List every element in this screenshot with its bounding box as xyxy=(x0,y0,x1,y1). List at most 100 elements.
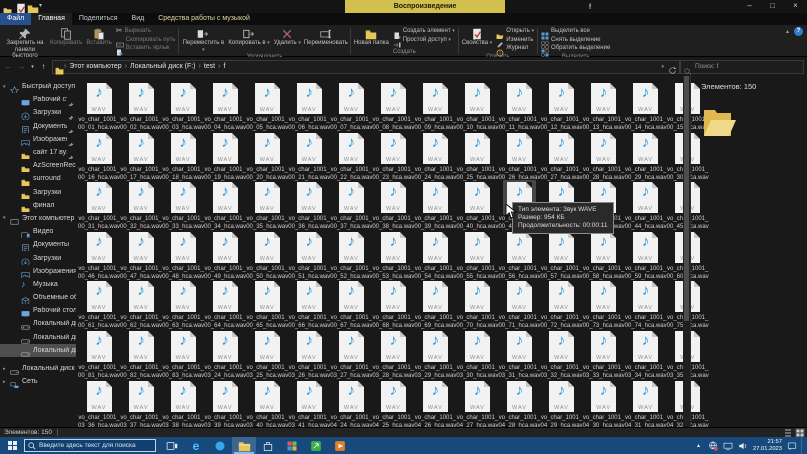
file-item[interactable]: ♪WAVvo_char_1001_00_82_hca.wav xyxy=(120,328,162,378)
file-item[interactable]: ♪WAVvo_char_1001_04_28_hca.wav xyxy=(498,378,540,428)
sidebar-item[interactable]: Видео xyxy=(0,225,76,238)
help-icon[interactable]: ? xyxy=(794,27,803,36)
chevron-down-icon[interactable]: ▾ xyxy=(3,84,10,90)
hidden-icons-chevron-icon[interactable]: ▴ xyxy=(693,440,704,451)
taskbar-app-app-green-icon[interactable] xyxy=(304,437,328,454)
file-item[interactable]: ♪WAVvo_char_1001_00_03_hca.wav xyxy=(162,80,204,130)
ribbon-button[interactable]: Новая папка xyxy=(352,26,391,48)
tab-view[interactable]: Вид xyxy=(125,13,152,25)
file-item[interactable]: ♪WAVvo_char_1001_03_29_hca.wav xyxy=(414,328,456,378)
maximize-button[interactable]: □ xyxy=(761,0,784,13)
file-item[interactable]: ♪WAVvo_char_1001_00_31_hca.wav xyxy=(78,179,120,229)
file-item[interactable]: ♪WAVvo_char_1001_00_71_hca.wav xyxy=(498,278,540,328)
file-item[interactable]: ♪WAVvo_char_1001_00_18_hca.wav xyxy=(162,130,204,180)
file-item[interactable]: ♪WAVvo_char_1001_00_38_hca.wav xyxy=(372,179,414,229)
network-globe-icon[interactable] xyxy=(708,440,719,451)
ribbon-button[interactable]: Скопировать путь xyxy=(116,36,176,45)
sidebar-item[interactable]: Загрузки xyxy=(0,106,76,119)
file-item[interactable]: ♪WAVvo_char_1001_04_30_hca.wav xyxy=(583,378,625,428)
file-item[interactable]: ♪WAVvo_char_1001_00_46_hca.wav xyxy=(78,229,120,279)
file-item[interactable]: ♪WAVvo_char_1001_00_01_hca.wav xyxy=(78,80,120,130)
sidebar-item[interactable]: сайт 17 вузмкут xyxy=(0,146,76,159)
file-item[interactable]: ♪WAVvo_char_1001_00_33_hca.wav xyxy=(162,179,204,229)
file-item[interactable]: ♪WAVvo_char_1001_00_62_hca.wav xyxy=(120,278,162,328)
file-item[interactable]: ♪WAVvo_char_1001_03_30_hca.wav xyxy=(456,328,498,378)
sidebar-item[interactable]: Объемные объекты xyxy=(0,291,76,304)
file-item[interactable]: ♪WAVvo_char_1001_00_07_hca.wav xyxy=(330,80,372,130)
back-icon[interactable]: ← xyxy=(3,62,14,71)
file-item[interactable]: ♪WAVvo_char_1001_00_24_hca.wav xyxy=(414,130,456,180)
chevron-down-icon[interactable]: ▾ xyxy=(3,215,10,221)
ribbon-button[interactable]: Журнал xyxy=(496,44,534,53)
file-item[interactable]: ♪WAVvo_char_1001_00_32_hca.wav xyxy=(120,179,162,229)
tab-file[interactable]: Файл xyxy=(0,13,31,25)
file-item[interactable]: ♪WAVvo_char_1001_00_25_hca.wav xyxy=(456,130,498,180)
recent-locations-icon[interactable]: ▾ xyxy=(29,64,36,70)
file-item[interactable]: ♪WAVvo_char_1001_03_24_hca.wav xyxy=(204,328,246,378)
file-item[interactable]: ♪WAVvo_char_1001_00_08_hca.wav xyxy=(372,80,414,130)
file-item[interactable]: ♪WAVvo_char_1001_00_67_hca.wav xyxy=(330,278,372,328)
file-item[interactable]: ♪WAVvo_char_1001_00_19_hca.wav xyxy=(204,130,246,180)
file-item[interactable]: ♪WAVvo_char_1001_00_22_hca.wav xyxy=(330,130,372,180)
taskbar-app-photos-icon[interactable] xyxy=(280,437,304,454)
file-item[interactable]: ♪WAVvo_char_1001_03_31_hca.wav xyxy=(498,328,540,378)
file-item[interactable]: ♪WAVvo_char_1001_00_02_hca.wav xyxy=(120,80,162,130)
ribbon-button[interactable]: Свойства ▾ xyxy=(460,26,495,48)
file-item[interactable]: ♪WAVvo_char_1001_03_39_hca.wav xyxy=(204,378,246,428)
sidebar-item[interactable]: ▸Локальный диск (F:) xyxy=(0,362,76,375)
taskbar-app-explorer-icon[interactable] xyxy=(232,437,256,454)
ribbon-button[interactable]: Переместить в ▾ xyxy=(180,26,226,54)
ribbon-button[interactable]: Обратить выделение xyxy=(541,44,610,53)
file-item[interactable]: ♪WAVvo_char_1001_03_40_hca.wav xyxy=(246,378,288,428)
file-item[interactable]: ♪WAVvo_char_1001_00_55_hca.wav xyxy=(456,229,498,279)
file-item[interactable]: ♪WAVvo_char_1001_00_47_hca.wav xyxy=(120,229,162,279)
action-center-icon[interactable] xyxy=(786,440,797,451)
ribbon-button[interactable]: Выделить все xyxy=(541,27,610,36)
file-item[interactable]: ♪WAVvo_char_1001_00_04_hca.wav xyxy=(204,80,246,130)
file-item[interactable]: ♪WAVvo_char_1001_00_56_hca.wav xyxy=(498,229,540,279)
file-item[interactable]: ♪WAVvo_char_1001_04_31_hca.wav xyxy=(625,378,667,428)
file-item[interactable]: ♪WAVvo_char_1001_03_33_hca.wav xyxy=(583,328,625,378)
file-item[interactable]: ♪WAVvo_char_1001_00_10_hca.wav xyxy=(456,80,498,130)
search-box[interactable]: Поиск: f xyxy=(680,60,804,74)
sidebar-item[interactable]: surround xyxy=(0,172,76,185)
file-item[interactable]: ♪WAVvo_char_1001_00_23_hca.wav xyxy=(372,130,414,180)
volume-icon[interactable] xyxy=(738,440,749,451)
show-desktop-button[interactable] xyxy=(801,437,805,454)
start-button[interactable] xyxy=(0,437,24,454)
qat-customize-arrow-icon[interactable]: ▾ xyxy=(39,2,42,11)
tab-share[interactable]: Поделиться xyxy=(72,13,125,25)
file-item[interactable]: ♪WAVvo_char_1001_00_49_hca.wav xyxy=(204,229,246,279)
file-item[interactable]: ♪WAVvo_char_1001_00_12_hca.wav xyxy=(541,80,583,130)
sidebar-item[interactable]: Локальный диск (C:) xyxy=(0,317,76,330)
file-item[interactable]: ♪WAVvo_char_1001_03_38_hca.wav xyxy=(162,378,204,428)
file-item[interactable]: ♪WAVvo_char_1001_00_81_hca.wav xyxy=(78,328,120,378)
file-item[interactable]: ♪WAVvo_char_1001_00_51_hca.wav xyxy=(288,229,330,279)
sidebar-item[interactable]: Рабочий стол xyxy=(0,304,76,317)
file-item[interactable]: ♪WAVvo_char_1001_00_72_hca.wav xyxy=(541,278,583,328)
file-item[interactable]: ♪WAVvo_char_1001_00_68_hca.wav xyxy=(372,278,414,328)
file-item[interactable]: ♪WAVvo_char_1001_00_35_hca.wav xyxy=(246,179,288,229)
file-item[interactable]: ♪WAVvo_char_1001_00_20_hca.wav xyxy=(246,130,288,180)
file-item[interactable]: ♪WAVvo_char_1001_04_24_hca.wav xyxy=(330,378,372,428)
file-item[interactable]: ♪WAVvo_char_1001_00_21_hca.wav xyxy=(288,130,330,180)
file-item[interactable]: ♪WAVvo_char_1001_00_05_hca.wav xyxy=(246,80,288,130)
file-item[interactable]: ♪WAVvo_char_1001_00_83_hca.wav xyxy=(162,328,204,378)
ribbon-button[interactable]: Переименовать xyxy=(303,26,349,48)
taskbar-clock[interactable]: 21:57 27.01.2023 xyxy=(753,439,782,452)
breadcrumb-segment[interactable]: Этот компьютер xyxy=(66,63,124,70)
ribbon-button[interactable]: Создать элемент ▾ xyxy=(393,27,455,36)
sidebar-item[interactable]: ♪Музыка xyxy=(0,278,76,291)
file-item[interactable]: ♪WAVvo_char_1001_03_27_hca.wav xyxy=(330,328,372,378)
details-view-icon[interactable] xyxy=(783,428,793,437)
file-item[interactable]: ♪WAVvo_char_1001_00_14_hca.wav xyxy=(625,80,667,130)
qat-new-folder-icon[interactable] xyxy=(27,2,36,11)
sidebar-item[interactable]: финал xyxy=(0,199,76,212)
file-item[interactable]: ♪WAVvo_char_1001_00_17_hca.wav xyxy=(120,130,162,180)
file-item[interactable]: ♪WAVvo_char_1001_00_13_hca.wav xyxy=(583,80,625,130)
taskbar-app-app-orange-icon[interactable] xyxy=(328,437,352,454)
ribbon-button[interactable]: Удалить ▾ xyxy=(272,26,303,48)
ribbon-button[interactable]: Простой доступ ▾ xyxy=(393,36,455,45)
file-item[interactable]: ♪WAVvo_char_1001_03_25_hca.wav xyxy=(246,328,288,378)
contextual-tab-badge[interactable]: Воспроизведение xyxy=(345,0,505,13)
